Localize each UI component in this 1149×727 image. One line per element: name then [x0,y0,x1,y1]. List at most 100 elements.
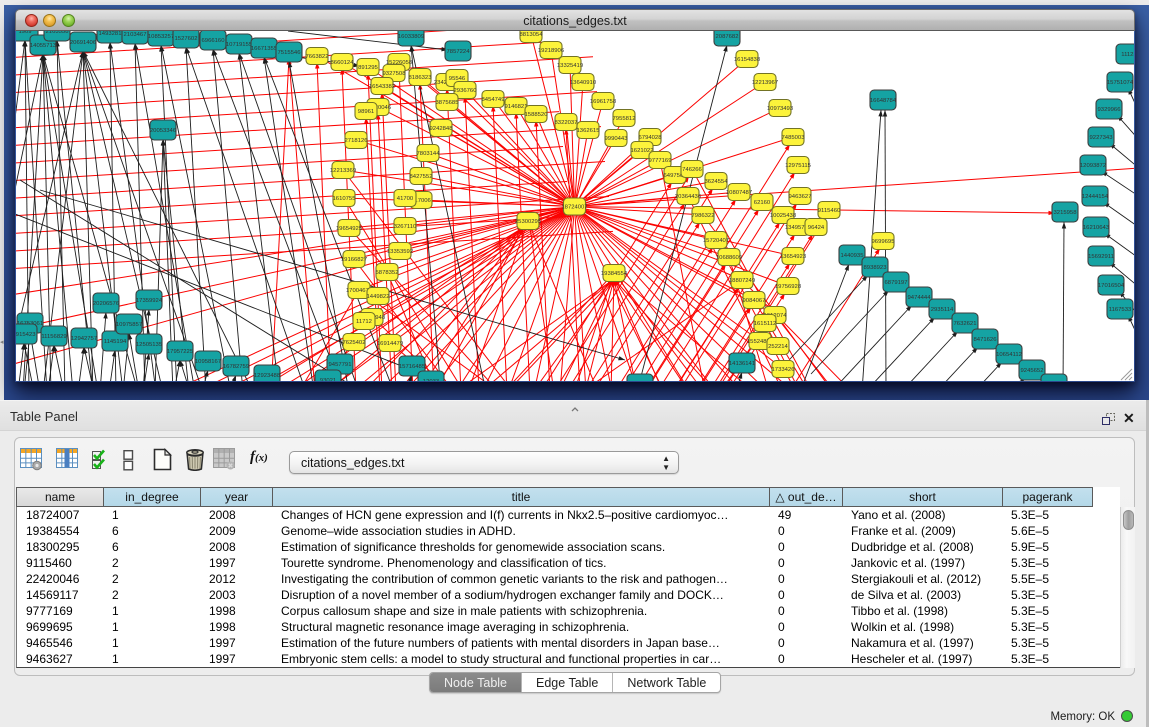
svg-text:10853257: 10853257 [148,34,174,40]
svg-text:12093872: 12093872 [1080,163,1106,169]
svg-text:7632621: 7632621 [954,321,977,327]
svg-text:17957225: 17957225 [167,349,194,355]
svg-text:12505135: 12505135 [136,342,163,348]
svg-text:1493281: 1493281 [99,31,122,37]
svg-text:17359924: 17359924 [136,298,163,304]
svg-text:16671355: 16671355 [251,46,278,52]
svg-text:9990443: 9990443 [605,136,629,142]
svg-text:9329966: 9329966 [1098,107,1122,113]
svg-text:2087682: 2087682 [716,34,739,40]
svg-text:1733426: 1733426 [772,367,796,373]
svg-text:11156829: 11156829 [41,334,66,340]
svg-text:20053346: 20053346 [150,128,177,134]
svg-text:16033809: 16033809 [398,34,424,40]
svg-text:9245652: 9245652 [1021,368,1044,374]
svg-text:18724007: 18724007 [561,205,587,211]
svg-text:1909: 1909 [18,31,31,35]
svg-text:1145194: 1145194 [104,339,127,345]
svg-text:8471626: 8471626 [974,337,998,343]
svg-text:18807249: 18807249 [729,278,755,284]
svg-text:3215958: 3215958 [1054,210,1078,216]
svg-text:5878352: 5878352 [376,270,399,276]
svg-text:1527602: 1527602 [175,36,198,42]
svg-text:7515546: 7515546 [278,50,302,56]
svg-text:8454749: 8454749 [482,97,505,103]
svg-text:10973493: 10973493 [767,106,794,112]
svg-text:9227343: 9227343 [1090,135,1114,141]
svg-text:15720407: 15720407 [703,238,729,244]
svg-text:13325419: 13325419 [557,63,583,69]
svg-text:9777169: 9777169 [649,158,672,164]
svg-text:15692911: 15692911 [1088,254,1114,260]
svg-text:8322037: 8322037 [555,120,578,126]
svg-text:6966160: 6966160 [202,38,226,44]
svg-text:17016504: 17016504 [1098,283,1125,289]
svg-text:8938923: 8938923 [864,265,888,271]
svg-text:12213967: 12213967 [752,80,778,86]
svg-text:12975115: 12975115 [785,163,811,169]
svg-text:1615112: 1615112 [754,321,777,327]
svg-text:10654112: 10654112 [996,352,1022,358]
svg-text:20364436: 20364436 [675,194,702,200]
svg-text:93021: 93021 [320,378,336,381]
svg-text:10975857: 10975857 [116,322,142,328]
svg-text:10688609: 10688609 [716,255,742,261]
svg-text:1449822: 1449822 [367,294,390,300]
svg-text:1610755: 1610755 [333,196,357,202]
svg-text:16543382: 16543382 [369,84,395,90]
svg-text:9457791: 9457791 [329,362,352,368]
svg-text:16782759: 16782759 [223,364,249,370]
svg-text:15716485: 15716485 [399,364,426,370]
svg-text:9699695: 9699695 [872,239,896,245]
svg-text:2103558: 2103558 [46,31,70,35]
svg-text:9463627: 9463627 [789,194,812,200]
svg-text:14136141: 14136141 [729,361,755,367]
svg-text:7663822: 7663822 [306,54,329,60]
svg-text:16154838: 16154838 [734,57,761,63]
svg-text:9146821: 9146821 [505,104,528,110]
svg-text:12213369: 12213369 [330,168,356,174]
svg-text:13640910: 13640910 [570,80,597,86]
svg-text:12923488: 12923488 [254,373,281,379]
svg-text:9242848: 9242848 [430,126,454,132]
svg-text:7955812: 7955812 [613,116,636,122]
svg-text:41700: 41700 [397,196,414,202]
svg-text:19756928: 19756928 [775,284,802,290]
svg-text:3875685: 3875685 [436,100,460,106]
svg-text:6794028: 6794028 [639,135,663,141]
svg-text:16210643: 16210643 [1083,225,1110,231]
svg-text:8660124: 8660124 [331,60,355,66]
svg-text:2103467: 2103467 [124,32,147,38]
svg-text:25300295: 25300295 [515,219,542,225]
svg-text:9327508: 9327508 [383,71,407,77]
svg-text:3624554: 3624554 [705,179,729,185]
svg-text:16914479: 16914479 [377,341,403,347]
svg-text:9474444: 9474444 [908,295,932,301]
svg-text:7803144: 7803144 [417,151,441,157]
svg-text:7625402: 7625402 [343,340,366,346]
svg-text:11123: 11123 [1121,52,1134,58]
svg-text:8813054: 8813054 [520,32,544,38]
svg-text:1588520: 1588520 [525,112,549,118]
svg-text:7857224: 7857224 [447,49,471,55]
svg-text:7986322: 7986322 [692,213,715,219]
svg-text:2936760: 2936760 [454,88,478,94]
svg-text:19166827: 19166827 [341,257,367,263]
svg-text:1440935: 1440935 [841,253,865,259]
svg-text:12444154: 12444154 [1082,194,1109,200]
svg-text:3915423: 3915423 [16,332,36,338]
svg-text:746266: 746266 [682,167,702,173]
svg-text:19384554: 19384554 [601,271,628,277]
svg-text:98961: 98961 [358,109,374,115]
svg-text:8186323: 8186323 [409,75,433,81]
svg-text:15751074: 15751074 [1107,80,1134,86]
svg-text:16961758: 16961758 [590,99,617,105]
svg-text:13353592: 13353592 [387,249,413,255]
svg-text:13654923: 13654923 [780,254,807,260]
svg-text:252214: 252214 [768,344,788,350]
svg-text:10958167: 10958167 [195,359,221,365]
svg-text:10719155: 10719155 [226,42,253,48]
svg-text:9084067: 9084067 [743,298,766,304]
svg-text:8427552: 8427552 [410,174,433,180]
svg-text:62160: 62160 [754,200,771,206]
